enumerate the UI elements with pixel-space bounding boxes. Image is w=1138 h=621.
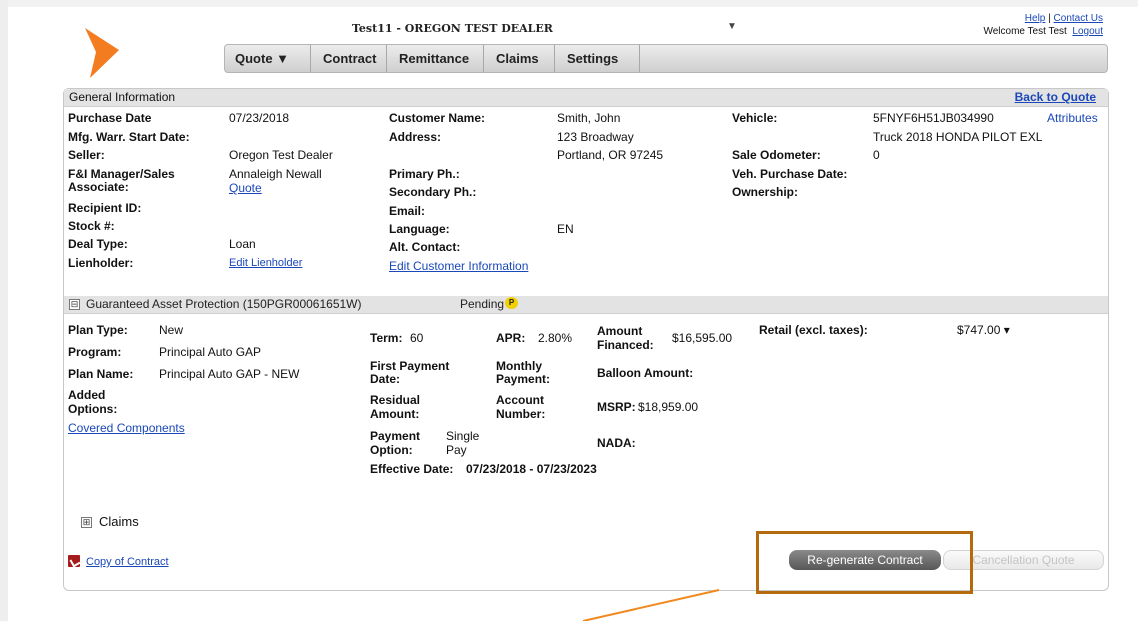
annotation-arrow-icon (582, 589, 720, 621)
